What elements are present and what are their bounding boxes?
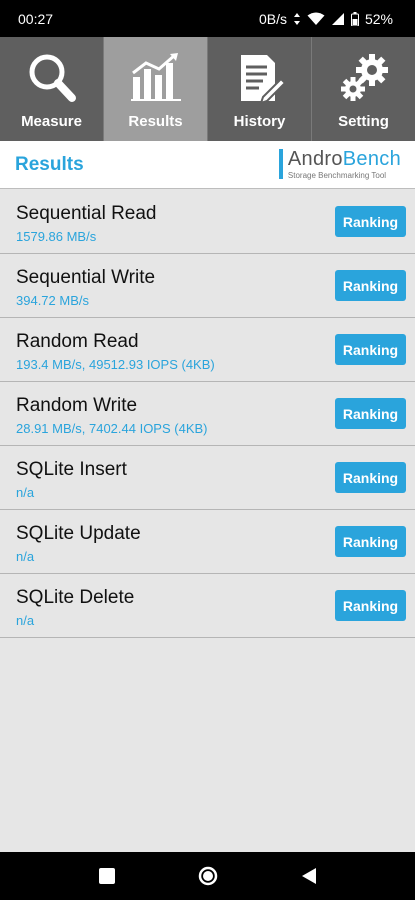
magnifier-icon <box>29 54 76 102</box>
result-row-random-write: Random Write 28.91 MB/s, 7402.44 IOPS (4… <box>0 382 415 446</box>
tab-results[interactable]: Results <box>104 37 208 141</box>
result-row-random-read: Random Read 193.4 MB/s, 49512.93 IOPS (4… <box>0 318 415 382</box>
back-button[interactable] <box>289 856 329 896</box>
logo-subtitle: Storage Benchmarking Tool <box>287 171 387 180</box>
ranking-button[interactable]: Ranking <box>335 590 406 621</box>
result-row-sequential-read: Sequential Read 1579.86 MB/s Ranking <box>0 190 415 254</box>
ranking-button[interactable]: Ranking <box>335 462 406 493</box>
status-bar: 00:27 0B/s 52% <box>0 0 415 37</box>
results-list: Sequential Read 1579.86 MB/s Ranking Seq… <box>0 190 415 638</box>
page-title: Results <box>15 153 84 175</box>
recents-button[interactable] <box>87 856 127 896</box>
tab-setting[interactable]: Setting <box>312 37 415 141</box>
system-nav-bar <box>0 852 415 900</box>
status-icons: 0B/s 52% <box>259 11 393 27</box>
wifi-icon <box>307 12 325 25</box>
ranking-button[interactable]: Ranking <box>335 206 406 237</box>
ranking-button[interactable]: Ranking <box>335 526 406 557</box>
tab-results-label: Results <box>128 113 183 130</box>
tab-bar: Measure Results History Setting <box>0 37 415 141</box>
logo-andro: Andro <box>287 148 343 170</box>
data-arrows-icon <box>293 12 300 25</box>
recents-square-icon <box>98 868 115 884</box>
logo-bar <box>278 149 283 179</box>
back-triangle-icon <box>301 868 316 884</box>
tab-history[interactable]: History <box>208 37 312 141</box>
bar-chart-icon <box>130 53 181 101</box>
document-pencil-icon <box>240 55 286 105</box>
result-row-sequential-write: Sequential Write 394.72 MB/s Ranking <box>0 254 415 318</box>
battery-icon <box>350 11 359 26</box>
gears-icon <box>340 54 388 101</box>
logo-bench: Bench <box>342 148 401 170</box>
net-speed: 0B/s <box>258 10 287 27</box>
ranking-button[interactable]: Ranking <box>335 334 406 365</box>
ranking-button[interactable]: Ranking <box>335 270 406 301</box>
tab-setting-label: Setting <box>338 113 389 130</box>
battery-percent: 52% <box>364 10 393 27</box>
tab-measure-label: Measure <box>21 113 82 130</box>
androbench-logo: AndroBench Storage Benchmarking Tool <box>278 148 401 180</box>
tab-measure[interactable]: Measure <box>0 37 104 141</box>
tab-history-label: History <box>233 113 286 130</box>
result-row-sqlite-insert: SQLite Insert n/a Ranking <box>0 446 415 510</box>
status-time: 00:27 <box>18 10 54 27</box>
home-button[interactable] <box>188 856 228 896</box>
cell-signal-icon <box>331 12 344 25</box>
home-circle-icon <box>198 866 217 886</box>
result-row-sqlite-delete: SQLite Delete n/a Ranking <box>0 574 415 638</box>
results-header: Results AndroBench Storage Benchmarking … <box>0 141 415 189</box>
result-row-sqlite-update: SQLite Update n/a Ranking <box>0 510 415 574</box>
ranking-button[interactable]: Ranking <box>335 398 406 429</box>
